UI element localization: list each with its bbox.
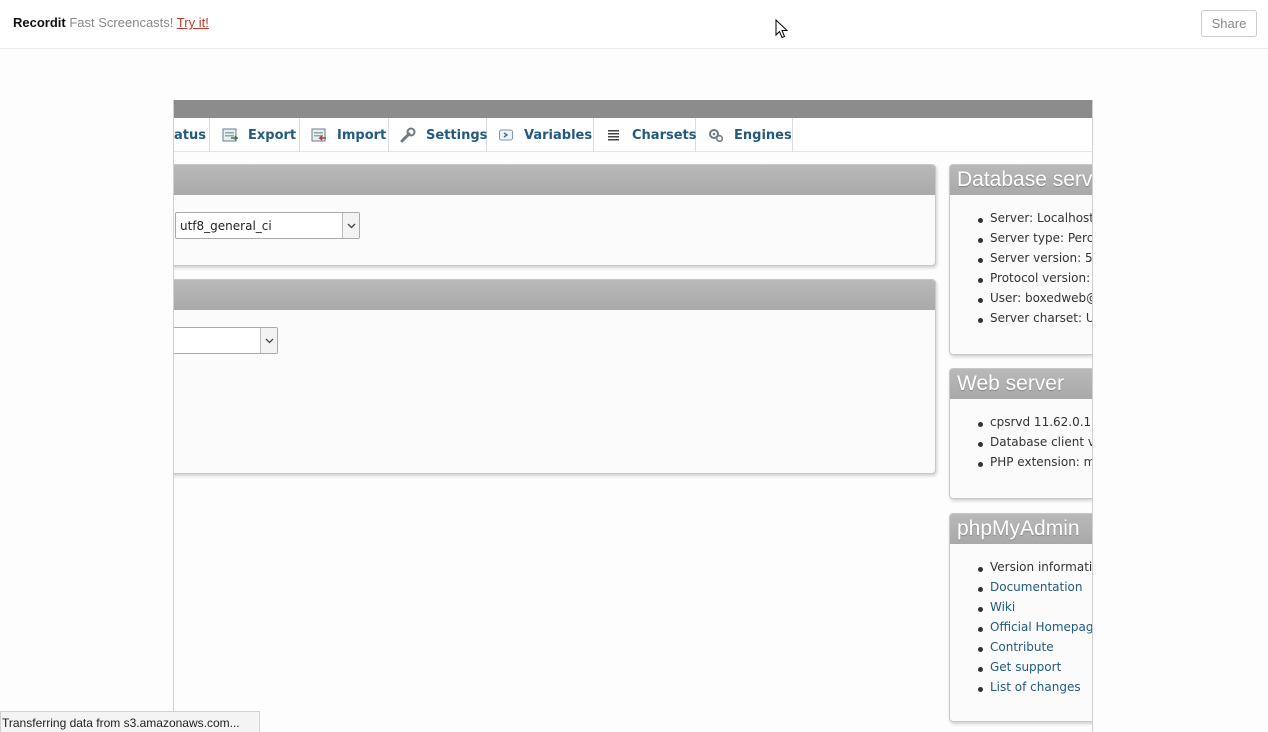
tab-import[interactable]: Import [300, 118, 389, 152]
tab-label: Import [337, 127, 387, 143]
recordit-header: Recordit Fast Screencasts! Try it! Share [0, 0, 1268, 49]
mouse-cursor-icon [775, 19, 788, 39]
tab-label: Engines [734, 127, 792, 143]
tab-label: Settings [426, 127, 488, 143]
list-item: Server version: 5.6 [950, 251, 1092, 271]
web-server-list: cpsrvd 11.62.0.17 Database client ve PHP… [950, 415, 1092, 475]
collation-panel: utf8_general_ci [174, 164, 936, 266]
import-icon [311, 127, 327, 143]
database-server-title: Database serv [950, 165, 1092, 195]
contribute-link[interactable]: Contribute [950, 640, 1092, 660]
wiki-link[interactable]: Wiki [950, 600, 1092, 620]
export-icon [222, 127, 238, 143]
appearance-panel [174, 279, 936, 474]
web-server-panel: Web server cpsrvd 11.62.0.17 Database cl… [949, 368, 1092, 499]
wrench-icon [400, 127, 416, 143]
engines-icon [708, 127, 724, 143]
documentation-link[interactable]: Documentation [950, 580, 1092, 600]
tab-charsets[interactable]: Charsets [594, 118, 697, 152]
frame-top-bar [174, 100, 1092, 118]
browser-status-bar: Transferring data from s3.amazonaws.com.… [0, 711, 260, 732]
chevron-down-icon [260, 328, 277, 353]
share-button[interactable]: Share [1201, 10, 1257, 37]
tab-label: Charsets [632, 127, 697, 143]
recordit-brand: Recordit Fast Screencasts! Try it! [13, 15, 209, 30]
main-tab-bar: atus Export Import Settings Variables Ch… [174, 118, 1092, 152]
tab-export[interactable]: Export [210, 118, 300, 152]
phpmyadmin-list: Version informatio Documentation Wiki Of… [950, 560, 1092, 700]
variables-icon [498, 127, 514, 143]
list-item: Protocol version: 1 [950, 271, 1092, 291]
tab-label: Variables [524, 127, 593, 143]
list-item: Server type: Perco [950, 231, 1092, 251]
get-support-link[interactable]: Get support [950, 660, 1092, 680]
language-select[interactable] [174, 327, 278, 354]
charsets-icon [606, 127, 622, 143]
database-server-list: Server: Localhost Server type: Perco Ser… [950, 211, 1092, 331]
recordit-tagline: Fast Screencasts! [69, 15, 174, 30]
appearance-panel-header [174, 280, 935, 310]
chevron-down-icon [342, 213, 359, 238]
collation-select[interactable]: utf8_general_ci [175, 212, 360, 239]
list-item: Database client ve [950, 435, 1092, 455]
collation-select-value: utf8_general_ci [180, 219, 272, 233]
phpmyadmin-panel: phpMyAdmin Version informatio Documentat… [949, 513, 1092, 722]
tab-engines[interactable]: Engines [696, 118, 793, 152]
version-information-item: Version informatio [950, 560, 1092, 580]
try-it-link[interactable]: Try it! [177, 15, 209, 30]
tab-settings[interactable]: Settings [389, 118, 487, 152]
list-item: cpsrvd 11.62.0.17 [950, 415, 1092, 435]
recordit-logo-text: Recordit [13, 15, 66, 30]
list-item: Server: Localhost [950, 211, 1092, 231]
official-homepage-link[interactable]: Official Homepage [950, 620, 1092, 640]
recorded-frame: atus Export Import Settings Variables Ch… [173, 100, 1093, 732]
tab-label: atus [174, 127, 206, 143]
list-item: PHP extension: m [950, 455, 1092, 475]
database-server-panel: Database serv Server: Localhost Server t… [949, 164, 1092, 355]
tab-status[interactable]: atus [174, 118, 210, 152]
phpmyadmin-title: phpMyAdmin [950, 514, 1092, 544]
tab-label: Export [248, 127, 297, 143]
list-item: Server charset: UT [950, 311, 1092, 331]
web-server-title: Web server [950, 369, 1092, 399]
collation-panel-header [174, 165, 935, 195]
list-of-changes-link[interactable]: List of changes [950, 680, 1092, 700]
tab-variables[interactable]: Variables [487, 118, 594, 152]
list-item: User: boxedweb@ [950, 291, 1092, 311]
